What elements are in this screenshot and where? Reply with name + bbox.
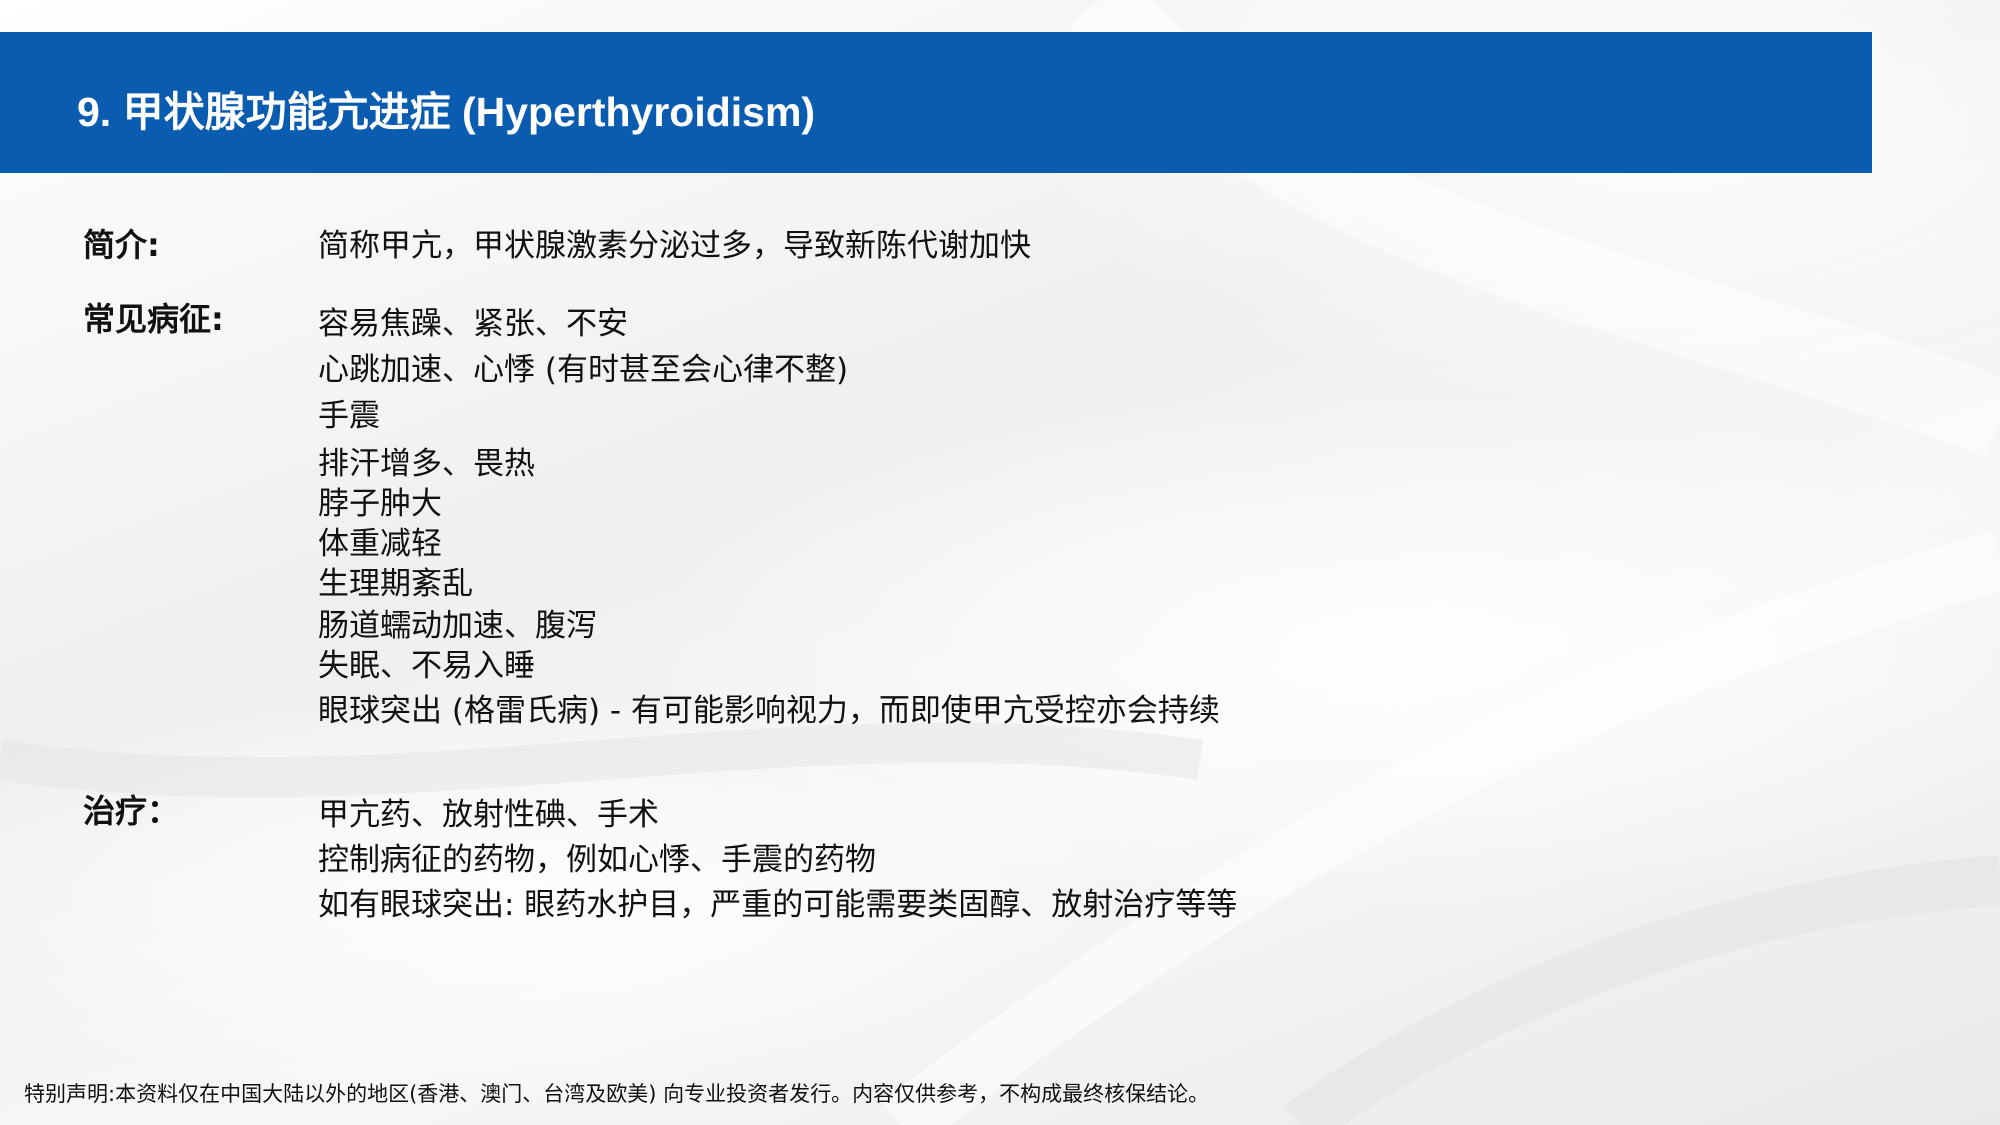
treatment-item: 如有眼球突出: 眼药水护目，严重的可能需要类固醇、放射治疗等等 xyxy=(318,887,1238,923)
treatment-item: 控制病征的药物，例如心悸、手震的药物 xyxy=(318,842,876,878)
disclaimer-text: 特别声明:本资料仅在中国大陆以外的地区(香港、澳门、台湾及欧美) 向专业投资者发… xyxy=(24,1082,1210,1106)
treatment-label: 治疗： xyxy=(83,792,180,830)
symptoms-label: 常见病征: xyxy=(83,300,224,338)
symptom-item: 生理期紊乱 xyxy=(318,566,473,602)
symptom-item: 心跳加速、心悸 (有时甚至会心律不整) xyxy=(318,352,849,388)
intro-label: 简介: xyxy=(83,226,160,264)
symptom-item: 失眠、不易入睡 xyxy=(318,648,535,684)
symptom-item: 体重减轻 xyxy=(318,526,442,562)
slide-title: 9. 甲状腺功能亢进症 (Hyperthyroidism) xyxy=(77,89,816,135)
symptom-item: 手震 xyxy=(318,398,380,434)
symptom-item: 排汗增多、畏热 xyxy=(318,446,535,482)
symptom-item: 眼球突出 (格雷氏病) - 有可能影响视力，而即使甲亢受控亦会持续 xyxy=(318,693,1220,729)
symptom-item: 容易焦躁、紧张、不安 xyxy=(318,306,628,342)
treatment-item: 甲亢药、放射性碘、手术 xyxy=(318,797,659,833)
symptom-item: 脖子肿大 xyxy=(318,486,442,522)
symptom-item: 肠道蠕动加速、腹泻 xyxy=(318,608,597,644)
intro-text: 简称甲亢，甲状腺激素分泌过多，导致新陈代谢加快 xyxy=(318,228,1031,264)
